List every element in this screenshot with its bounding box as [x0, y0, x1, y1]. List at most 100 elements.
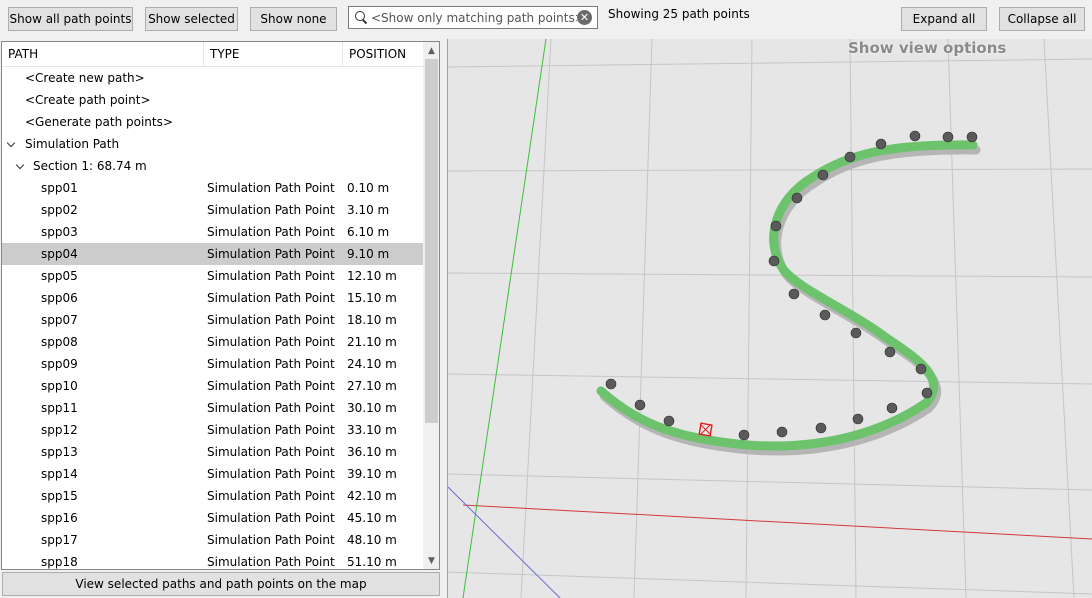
simulation-path-ribbon	[596, 140, 978, 451]
point-type: Simulation Path Point	[207, 445, 335, 459]
tree-scrollbar[interactable]: ▲ ▼	[423, 42, 439, 569]
point-name: spp06	[41, 291, 78, 305]
column-header-path[interactable]: PATH	[2, 42, 204, 66]
expand-chevron-icon[interactable]	[6, 138, 16, 148]
tree-item-label: Simulation Path	[25, 137, 120, 151]
point-type: Simulation Path Point	[207, 203, 335, 217]
point-position: 12.10 m	[347, 269, 397, 283]
point-name: spp13	[41, 445, 78, 459]
point-name: spp17	[41, 533, 78, 547]
show-none-button[interactable]: Show none	[250, 7, 337, 31]
tree-rows: <Create new path> <Create path point> <G…	[2, 67, 423, 569]
path-point-row[interactable]: spp17 Simulation Path Point 48.10 m	[2, 529, 423, 551]
column-header-type[interactable]: TYPE	[204, 42, 343, 66]
point-position: 0.10 m	[347, 181, 390, 195]
point-position: 21.10 m	[347, 335, 397, 349]
point-type: Simulation Path Point	[207, 225, 335, 239]
tree-item-label: <Generate path points>	[25, 115, 173, 129]
point-name: spp05	[41, 269, 78, 283]
path-point-list: spp01 Simulation Path Point 0.10 m spp02 Sim…	[2, 177, 423, 569]
ground-grid	[448, 39, 1092, 598]
point-name: spp01	[41, 181, 78, 195]
tree-item-label: Section 1: 68.74 m	[33, 159, 147, 173]
point-name: spp03	[41, 225, 78, 239]
point-position: 36.10 m	[347, 445, 397, 459]
path-point-row[interactable]: spp04 Simulation Path Point 9.10 m	[2, 243, 423, 265]
point-name: spp02	[41, 203, 78, 217]
tree-item-label: <Create new path>	[25, 71, 145, 85]
selected-point-marker	[698, 422, 713, 437]
map-viewport[interactable]: Show view options	[447, 39, 1092, 598]
point-position: 42.10 m	[347, 489, 397, 503]
point-type: Simulation Path Point	[207, 401, 335, 415]
z-axis-line	[448, 486, 561, 598]
collapse-all-button[interactable]: Collapse all	[999, 7, 1085, 31]
path-point-row[interactable]: spp11 Simulation Path Point 30.10 m	[2, 397, 423, 419]
path-point-row[interactable]: spp01 Simulation Path Point 0.10 m	[2, 177, 423, 199]
search-box: ✕	[348, 6, 598, 29]
path-point-row[interactable]: spp18 Simulation Path Point 51.10 m	[2, 551, 423, 569]
point-position: 39.10 m	[347, 467, 397, 481]
show-all-path-points-button[interactable]: Show all path points	[8, 7, 133, 31]
point-position: 3.10 m	[347, 203, 390, 217]
simulation-path-node[interactable]: Simulation Path	[2, 133, 423, 155]
path-point-row[interactable]: spp05 Simulation Path Point 12.10 m	[2, 265, 423, 287]
point-type: Simulation Path Point	[207, 467, 335, 481]
create-new-path-item[interactable]: <Create new path>	[2, 67, 423, 89]
path-point-row[interactable]: spp02 Simulation Path Point 3.10 m	[2, 199, 423, 221]
point-name: spp14	[41, 467, 78, 481]
generate-path-points-item[interactable]: <Generate path points>	[2, 111, 423, 133]
path-point-row[interactable]: spp08 Simulation Path Point 21.10 m	[2, 331, 423, 353]
point-position: 30.10 m	[347, 401, 397, 415]
search-icon	[349, 7, 371, 28]
clear-search-icon[interactable]: ✕	[577, 10, 592, 25]
point-position: 45.10 m	[347, 511, 397, 525]
point-name: spp15	[41, 489, 78, 503]
point-name: spp08	[41, 335, 78, 349]
point-type: Simulation Path Point	[207, 555, 335, 569]
point-position: 33.10 m	[347, 423, 397, 437]
point-type: Simulation Path Point	[207, 533, 335, 547]
path-tree-panel: PATH TYPE POSITION <Create new path> <Cr…	[1, 41, 440, 570]
path-point-row[interactable]: spp06 Simulation Path Point 15.10 m	[2, 287, 423, 309]
show-selected-button[interactable]: Show selected	[145, 7, 238, 31]
point-position: 15.10 m	[347, 291, 397, 305]
column-header-position[interactable]: POSITION	[343, 42, 423, 66]
path-point-row[interactable]: spp14 Simulation Path Point 39.10 m	[2, 463, 423, 485]
scroll-down-icon[interactable]: ▼	[423, 552, 439, 569]
point-name: spp10	[41, 379, 78, 393]
tree-header: PATH TYPE POSITION	[2, 42, 423, 67]
point-type: Simulation Path Point	[207, 489, 335, 503]
point-type: Simulation Path Point	[207, 269, 335, 283]
path-point-row[interactable]: spp09 Simulation Path Point 24.10 m	[2, 353, 423, 375]
path-point-row[interactable]: spp10 Simulation Path Point 27.10 m	[2, 375, 423, 397]
x-axis-line	[462, 504, 1092, 540]
scroll-up-icon[interactable]: ▲	[423, 42, 439, 59]
point-type: Simulation Path Point	[207, 379, 335, 393]
toolbar: Show all path points Show selected Show …	[0, 0, 1092, 38]
view-selected-on-map-button[interactable]: View selected paths and path points on t…	[2, 572, 440, 596]
scene-canvas[interactable]	[448, 39, 1092, 598]
point-name: spp12	[41, 423, 78, 437]
section-node[interactable]: Section 1: 68.74 m	[2, 155, 423, 177]
search-input[interactable]	[371, 8, 577, 27]
point-name: spp04	[41, 247, 78, 261]
create-path-point-item[interactable]: <Create path point>	[2, 89, 423, 111]
path-point-row[interactable]: spp13 Simulation Path Point 36.10 m	[2, 441, 423, 463]
scrollbar-thumb[interactable]	[425, 59, 438, 423]
path-point-row[interactable]: spp12 Simulation Path Point 33.10 m	[2, 419, 423, 441]
path-point-row[interactable]: spp03 Simulation Path Point 6.10 m	[2, 221, 423, 243]
point-name: spp16	[41, 511, 78, 525]
path-point-row[interactable]: spp07 Simulation Path Point 18.10 m	[2, 309, 423, 331]
expand-all-button[interactable]: Expand all	[901, 7, 987, 31]
point-name: spp09	[41, 357, 78, 371]
point-position: 27.10 m	[347, 379, 397, 393]
path-point-row[interactable]: spp15 Simulation Path Point 42.10 m	[2, 485, 423, 507]
point-position: 9.10 m	[347, 247, 390, 261]
path-point-row[interactable]: spp16 Simulation Path Point 45.10 m	[2, 507, 423, 529]
show-view-options-link[interactable]: Show view options	[848, 39, 1006, 57]
expand-chevron-icon[interactable]	[15, 160, 25, 170]
point-position: 6.10 m	[347, 225, 390, 239]
point-type: Simulation Path Point	[207, 291, 335, 305]
point-name: spp07	[41, 313, 78, 327]
